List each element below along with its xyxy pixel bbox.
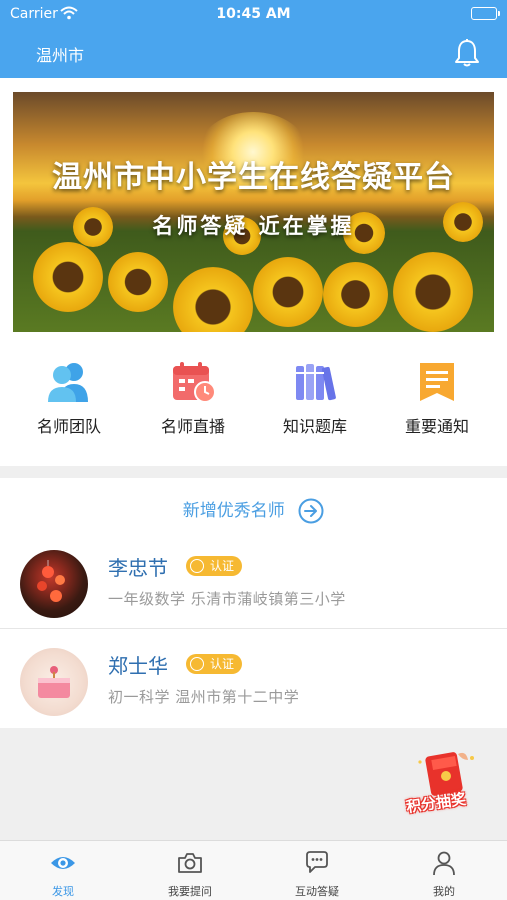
quick-link-label: 名师直播 — [160, 417, 225, 436]
lottery-button[interactable]: 积分抽奖 — [402, 748, 492, 818]
section-title: 新增优秀名师 — [182, 501, 285, 521]
sunflower-icon — [323, 262, 388, 327]
tab-label: 发现 — [52, 885, 74, 898]
sunflower-icon — [173, 267, 253, 332]
teacher-name: 郑士华 — [108, 654, 168, 678]
new-teachers-link[interactable]: 新增优秀名师 — [0, 496, 507, 524]
quick-link-label: 重要通知 — [404, 417, 469, 436]
eye-icon — [49, 849, 77, 877]
quick-link-label: 名师团队 — [36, 417, 101, 436]
top-card: 温州市中小学生在线答疑平台 名师答疑 近在掌握 名师团队 名师直播 知识题库 重… — [0, 78, 507, 466]
quick-link-question-bank[interactable]: 知识题库 — [260, 360, 370, 437]
city-selector[interactable]: 温州市 — [36, 42, 84, 66]
divider — [0, 628, 507, 629]
teacher-row[interactable]: 李忠节 认证 一年级数学 乐清市蒲岐镇第三小学 — [0, 538, 507, 636]
clock: 10:45 AM — [216, 6, 291, 22]
quick-link-teachers[interactable]: 名师团队 — [14, 360, 124, 437]
books-icon — [290, 360, 340, 404]
team-icon — [44, 360, 94, 404]
tab-ask[interactable]: 我要提问 — [127, 849, 253, 899]
verified-icon — [190, 657, 204, 671]
tab-bar: 发现 我要提问 互动答疑 我的 — [0, 840, 507, 900]
quick-link-notice[interactable]: 重要通知 — [382, 360, 492, 437]
bell-icon[interactable] — [453, 38, 481, 68]
battery-icon — [471, 7, 500, 20]
verified-badge: 认证 — [186, 556, 243, 576]
camera-icon — [176, 849, 204, 877]
tab-interactive-qa[interactable]: 互动答疑 — [254, 849, 380, 899]
sunflower-icon — [108, 252, 168, 312]
tab-label: 我要提问 — [168, 885, 212, 898]
teacher-row[interactable]: 郑士华 认证 初一科学 温州市第十二中学 — [0, 636, 507, 734]
verified-badge: 认证 — [186, 654, 243, 674]
tab-label: 我的 — [433, 885, 455, 898]
sunflower-icon — [393, 252, 473, 332]
sunflower-icon — [33, 242, 103, 312]
quick-link-label: 知识题库 — [282, 417, 347, 436]
teachers-section: 新增优秀名师 李忠节 认证 一年级数学 乐清市蒲岐镇第三小学 郑士华 认证 初一… — [0, 478, 507, 728]
teacher-description: 一年级数学 乐清市蒲岐镇第三小学 — [108, 590, 346, 608]
banner-subtitle: 名师答疑 近在掌握 — [152, 214, 355, 238]
quick-link-live[interactable]: 名师直播 — [138, 360, 248, 437]
status-bar: Carrier 10:45 AM — [0, 0, 507, 28]
banner[interactable]: 温州市中小学生在线答疑平台 名师答疑 近在掌握 — [13, 92, 494, 332]
nav-bar: 温州市 — [0, 28, 507, 78]
banner-title: 温州市中小学生在线答疑平台 — [52, 160, 455, 195]
tab-mine[interactable]: 我的 — [381, 849, 507, 899]
teacher-name: 李忠节 — [108, 556, 168, 580]
avatar — [20, 648, 88, 716]
tab-discover[interactable]: 发现 — [0, 849, 126, 899]
arrow-right-circle-icon — [298, 498, 324, 524]
main-content: 温州市中小学生在线答疑平台 名师答疑 近在掌握 名师团队 名师直播 知识题库 重… — [0, 78, 507, 840]
user-icon — [430, 849, 458, 877]
sunflower-icon — [253, 257, 323, 327]
verified-icon — [190, 559, 204, 573]
calendar-live-icon — [168, 360, 218, 404]
teacher-description: 初一科学 温州市第十二中学 — [108, 688, 300, 706]
avatar — [20, 550, 88, 618]
tab-label: 互动答疑 — [295, 885, 339, 898]
chat-icon — [303, 849, 331, 877]
notice-icon — [412, 360, 462, 404]
